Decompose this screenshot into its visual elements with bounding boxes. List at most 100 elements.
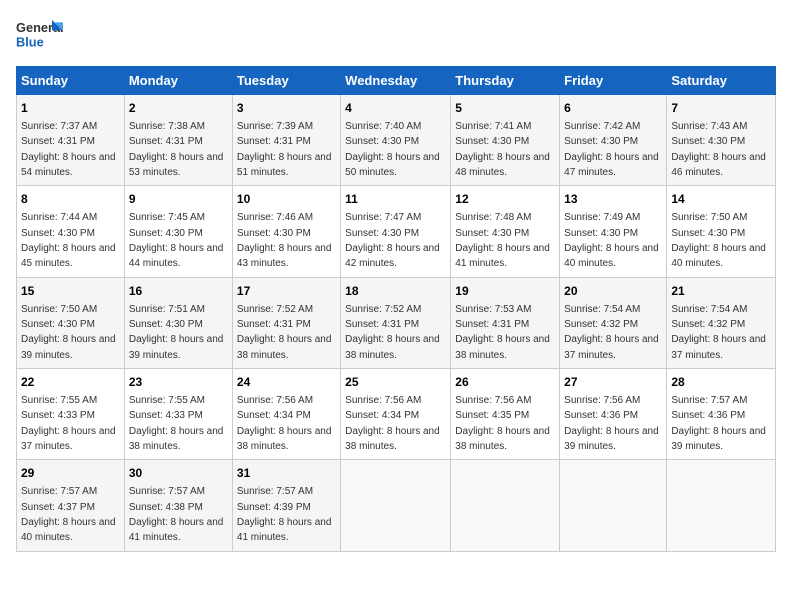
calendar-cell: 16 Sunrise: 7:51 AMSunset: 4:30 PMDaylig… [124, 277, 232, 368]
logo: General Blue [16, 16, 68, 56]
day-info: Sunrise: 7:48 AMSunset: 4:30 PMDaylight:… [455, 212, 550, 269]
day-number: 25 [345, 374, 446, 391]
weekday-header-tuesday: Tuesday [232, 67, 340, 95]
day-info: Sunrise: 7:57 AMSunset: 4:37 PMDaylight:… [21, 486, 116, 543]
day-number: 21 [671, 283, 771, 300]
day-info: Sunrise: 7:57 AMSunset: 4:39 PMDaylight:… [237, 486, 332, 543]
calendar-cell: 20 Sunrise: 7:54 AMSunset: 4:32 PMDaylig… [560, 277, 667, 368]
day-info: Sunrise: 7:55 AMSunset: 4:33 PMDaylight:… [21, 395, 116, 452]
weekday-header-friday: Friday [560, 67, 667, 95]
calendar-week-4: 22 Sunrise: 7:55 AMSunset: 4:33 PMDaylig… [17, 369, 776, 460]
day-info: Sunrise: 7:44 AMSunset: 4:30 PMDaylight:… [21, 212, 116, 269]
calendar-cell: 31 Sunrise: 7:57 AMSunset: 4:39 PMDaylig… [232, 460, 340, 551]
day-info: Sunrise: 7:47 AMSunset: 4:30 PMDaylight:… [345, 212, 440, 269]
day-number: 30 [129, 465, 228, 482]
day-info: Sunrise: 7:40 AMSunset: 4:30 PMDaylight:… [345, 121, 440, 178]
day-info: Sunrise: 7:45 AMSunset: 4:30 PMDaylight:… [129, 212, 224, 269]
day-number: 10 [237, 191, 336, 208]
calendar-cell: 3 Sunrise: 7:39 AMSunset: 4:31 PMDayligh… [232, 95, 340, 186]
weekday-header-monday: Monday [124, 67, 232, 95]
day-info: Sunrise: 7:56 AMSunset: 4:34 PMDaylight:… [237, 395, 332, 452]
calendar-cell: 13 Sunrise: 7:49 AMSunset: 4:30 PMDaylig… [560, 186, 667, 277]
day-info: Sunrise: 7:51 AMSunset: 4:30 PMDaylight:… [129, 304, 224, 361]
day-number: 8 [21, 191, 120, 208]
day-info: Sunrise: 7:50 AMSunset: 4:30 PMDaylight:… [21, 304, 116, 361]
calendar-cell: 28 Sunrise: 7:57 AMSunset: 4:36 PMDaylig… [667, 369, 776, 460]
calendar: SundayMondayTuesdayWednesdayThursdayFrid… [16, 66, 776, 552]
day-number: 7 [671, 100, 771, 117]
day-info: Sunrise: 7:46 AMSunset: 4:30 PMDaylight:… [237, 212, 332, 269]
day-number: 3 [237, 100, 336, 117]
calendar-cell: 23 Sunrise: 7:55 AMSunset: 4:33 PMDaylig… [124, 369, 232, 460]
weekday-header-wednesday: Wednesday [341, 67, 451, 95]
day-number: 22 [21, 374, 120, 391]
day-number: 14 [671, 191, 771, 208]
calendar-week-1: 1 Sunrise: 7:37 AMSunset: 4:31 PMDayligh… [17, 95, 776, 186]
day-number: 4 [345, 100, 446, 117]
calendar-cell: 18 Sunrise: 7:52 AMSunset: 4:31 PMDaylig… [341, 277, 451, 368]
day-number: 2 [129, 100, 228, 117]
day-number: 13 [564, 191, 662, 208]
day-number: 9 [129, 191, 228, 208]
calendar-cell: 11 Sunrise: 7:47 AMSunset: 4:30 PMDaylig… [341, 186, 451, 277]
day-info: Sunrise: 7:43 AMSunset: 4:30 PMDaylight:… [671, 121, 766, 178]
day-number: 1 [21, 100, 120, 117]
calendar-cell: 5 Sunrise: 7:41 AMSunset: 4:30 PMDayligh… [451, 95, 560, 186]
day-number: 16 [129, 283, 228, 300]
day-number: 17 [237, 283, 336, 300]
day-info: Sunrise: 7:37 AMSunset: 4:31 PMDaylight:… [21, 121, 116, 178]
calendar-cell: 19 Sunrise: 7:53 AMSunset: 4:31 PMDaylig… [451, 277, 560, 368]
calendar-cell: 7 Sunrise: 7:43 AMSunset: 4:30 PMDayligh… [667, 95, 776, 186]
day-number: 24 [237, 374, 336, 391]
calendar-week-3: 15 Sunrise: 7:50 AMSunset: 4:30 PMDaylig… [17, 277, 776, 368]
day-number: 20 [564, 283, 662, 300]
calendar-cell: 15 Sunrise: 7:50 AMSunset: 4:30 PMDaylig… [17, 277, 125, 368]
calendar-cell: 1 Sunrise: 7:37 AMSunset: 4:31 PMDayligh… [17, 95, 125, 186]
day-number: 23 [129, 374, 228, 391]
day-number: 5 [455, 100, 555, 117]
calendar-cell [560, 460, 667, 551]
calendar-cell: 2 Sunrise: 7:38 AMSunset: 4:31 PMDayligh… [124, 95, 232, 186]
calendar-cell: 4 Sunrise: 7:40 AMSunset: 4:30 PMDayligh… [341, 95, 451, 186]
day-number: 15 [21, 283, 120, 300]
day-number: 18 [345, 283, 446, 300]
calendar-cell: 17 Sunrise: 7:52 AMSunset: 4:31 PMDaylig… [232, 277, 340, 368]
day-info: Sunrise: 7:42 AMSunset: 4:30 PMDaylight:… [564, 121, 659, 178]
day-number: 26 [455, 374, 555, 391]
calendar-cell: 29 Sunrise: 7:57 AMSunset: 4:37 PMDaylig… [17, 460, 125, 551]
calendar-cell: 27 Sunrise: 7:56 AMSunset: 4:36 PMDaylig… [560, 369, 667, 460]
day-info: Sunrise: 7:50 AMSunset: 4:30 PMDaylight:… [671, 212, 766, 269]
day-number: 6 [564, 100, 662, 117]
calendar-cell: 6 Sunrise: 7:42 AMSunset: 4:30 PMDayligh… [560, 95, 667, 186]
day-info: Sunrise: 7:49 AMSunset: 4:30 PMDaylight:… [564, 212, 659, 269]
day-number: 31 [237, 465, 336, 482]
day-info: Sunrise: 7:54 AMSunset: 4:32 PMDaylight:… [564, 304, 659, 361]
calendar-cell: 26 Sunrise: 7:56 AMSunset: 4:35 PMDaylig… [451, 369, 560, 460]
day-info: Sunrise: 7:57 AMSunset: 4:38 PMDaylight:… [129, 486, 224, 543]
calendar-cell: 14 Sunrise: 7:50 AMSunset: 4:30 PMDaylig… [667, 186, 776, 277]
day-info: Sunrise: 7:54 AMSunset: 4:32 PMDaylight:… [671, 304, 766, 361]
calendar-cell: 12 Sunrise: 7:48 AMSunset: 4:30 PMDaylig… [451, 186, 560, 277]
day-info: Sunrise: 7:56 AMSunset: 4:34 PMDaylight:… [345, 395, 440, 452]
calendar-cell: 21 Sunrise: 7:54 AMSunset: 4:32 PMDaylig… [667, 277, 776, 368]
day-number: 28 [671, 374, 771, 391]
calendar-week-2: 8 Sunrise: 7:44 AMSunset: 4:30 PMDayligh… [17, 186, 776, 277]
weekday-header-thursday: Thursday [451, 67, 560, 95]
calendar-cell [667, 460, 776, 551]
calendar-cell [341, 460, 451, 551]
day-info: Sunrise: 7:52 AMSunset: 4:31 PMDaylight:… [345, 304, 440, 361]
weekday-header-sunday: Sunday [17, 67, 125, 95]
day-number: 19 [455, 283, 555, 300]
weekday-header-saturday: Saturday [667, 67, 776, 95]
day-info: Sunrise: 7:38 AMSunset: 4:31 PMDaylight:… [129, 121, 224, 178]
day-info: Sunrise: 7:56 AMSunset: 4:36 PMDaylight:… [564, 395, 659, 452]
day-info: Sunrise: 7:52 AMSunset: 4:31 PMDaylight:… [237, 304, 332, 361]
day-info: Sunrise: 7:53 AMSunset: 4:31 PMDaylight:… [455, 304, 550, 361]
calendar-cell: 9 Sunrise: 7:45 AMSunset: 4:30 PMDayligh… [124, 186, 232, 277]
calendar-cell: 8 Sunrise: 7:44 AMSunset: 4:30 PMDayligh… [17, 186, 125, 277]
day-number: 12 [455, 191, 555, 208]
day-info: Sunrise: 7:57 AMSunset: 4:36 PMDaylight:… [671, 395, 766, 452]
calendar-cell: 10 Sunrise: 7:46 AMSunset: 4:30 PMDaylig… [232, 186, 340, 277]
day-info: Sunrise: 7:56 AMSunset: 4:35 PMDaylight:… [455, 395, 550, 452]
day-info: Sunrise: 7:41 AMSunset: 4:30 PMDaylight:… [455, 121, 550, 178]
